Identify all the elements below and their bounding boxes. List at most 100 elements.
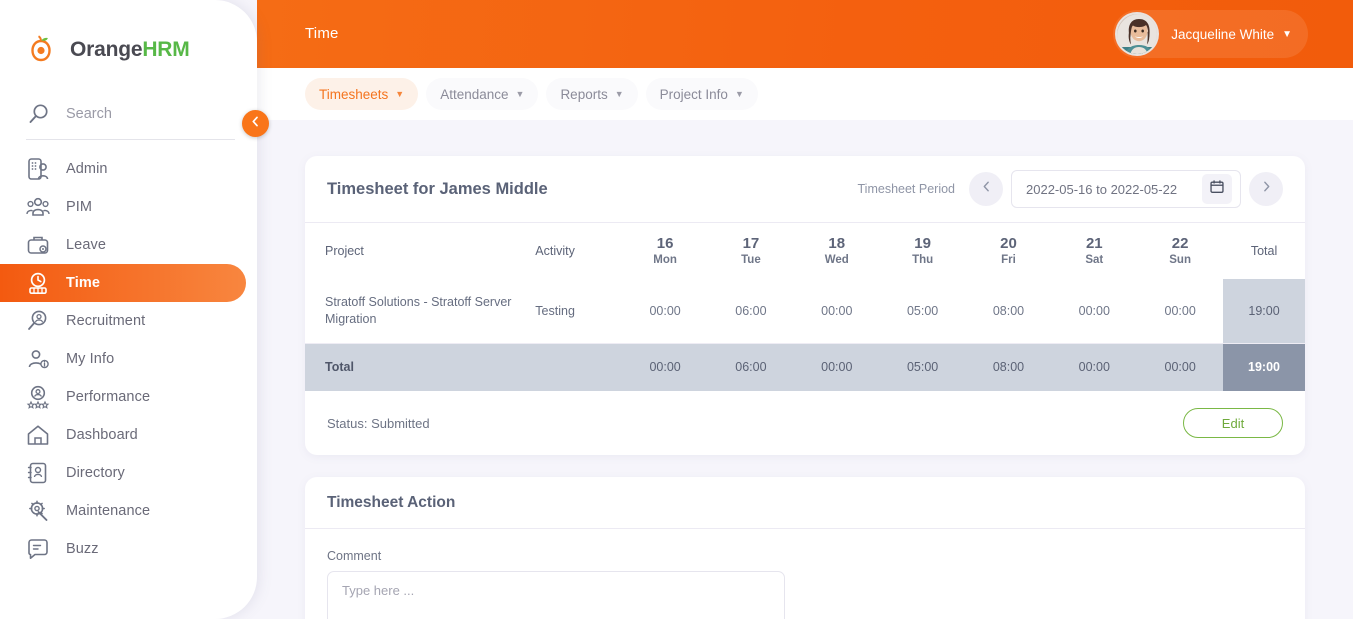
buzz-chat-icon: [24, 535, 52, 563]
cell-activity: Testing: [535, 303, 575, 318]
sidebar-nav: Admin PIM Leave Time Recruitment My Info…: [0, 150, 257, 568]
sidebar-item-label: Admin: [66, 161, 108, 177]
sidebar-item-buzz[interactable]: Buzz: [0, 530, 257, 568]
column-header-activity: Activity: [535, 244, 575, 258]
brand-name: OrangeHRM: [70, 38, 190, 62]
cell-hours: 00:00: [1078, 303, 1110, 318]
admin-icon: [24, 155, 52, 183]
home-icon: [24, 421, 52, 449]
column-header-day: 19 Thu: [880, 223, 966, 279]
next-period-button[interactable]: [1249, 172, 1283, 206]
grand-total: 19:00: [1223, 343, 1305, 391]
sidebar-item-dashboard[interactable]: Dashboard: [0, 416, 257, 454]
leave-briefcase-icon: [24, 231, 52, 259]
sidebar-item-my-info[interactable]: My Info: [0, 340, 257, 378]
total-hours: 06:00: [735, 360, 767, 375]
timesheet-period-input[interactable]: 2022-05-16 to 2022-05-22: [1011, 170, 1241, 208]
total-hours: 08:00: [992, 360, 1025, 375]
sidebar-item-performance[interactable]: Performance: [0, 378, 257, 416]
maintenance-gear-icon: [24, 497, 52, 525]
cell-row-total: 19:00: [1223, 279, 1305, 343]
cell-hours: 00:00: [821, 303, 853, 318]
sidebar-item-label: Time: [66, 275, 100, 291]
timesheet-period-label: Timesheet Period: [857, 182, 956, 196]
column-header-day: 22 Sun: [1137, 223, 1223, 279]
search-icon: [26, 101, 52, 127]
chevron-left-icon: [980, 180, 993, 198]
calendar-icon: [1209, 179, 1225, 200]
sidebar-item-maintenance[interactable]: Maintenance: [0, 492, 257, 530]
timesheet-table: Project Activity 16 Mon 17 Tue 18 Wed 19…: [305, 223, 1305, 391]
user-name-label: Jacqueline White: [1171, 26, 1275, 42]
brand-name-part2: HRM: [142, 38, 190, 61]
search-placeholder: Search: [66, 105, 112, 122]
previous-period-button[interactable]: [969, 172, 1003, 206]
tab-label: Project Info: [659, 86, 728, 102]
sidebar-item-label: Recruitment: [66, 313, 146, 329]
user-menu[interactable]: Jacqueline White ▼: [1113, 10, 1308, 58]
tab-reports[interactable]: Reports ▼: [546, 78, 638, 110]
day-number: 20: [1000, 234, 1017, 252]
sidebar-item-label: PIM: [66, 199, 93, 215]
clock-time-icon: [24, 269, 52, 297]
top-header-bar: Time Jacqueline White ▼: [257, 0, 1353, 68]
tab-timesheets[interactable]: Timesheets ▼: [305, 78, 419, 110]
tab-label: Attendance: [440, 86, 509, 102]
sidebar-item-directory[interactable]: Directory: [0, 454, 257, 492]
table-header-row: Project Activity 16 Mon 17 Tue 18 Wed 19…: [305, 223, 1305, 279]
column-header-day: 17 Tue: [708, 223, 794, 279]
recruitment-magnifier-icon: [24, 307, 52, 335]
status-badge: Status: Submitted: [327, 415, 430, 431]
sidebar-item-admin[interactable]: Admin: [0, 150, 257, 188]
chevron-down-icon: ▼: [515, 89, 525, 99]
total-row-label: Total: [325, 360, 354, 375]
sidebar-item-recruitment[interactable]: Recruitment: [0, 302, 257, 340]
sidebar-item-leave[interactable]: Leave: [0, 226, 257, 264]
day-of-week: Wed: [824, 253, 849, 266]
day-number: 18: [828, 234, 846, 252]
comment-label: Comment: [327, 549, 382, 563]
sidebar-item-label: Performance: [66, 389, 151, 405]
cell-hours: 00:00: [1164, 303, 1196, 318]
timesheet-action-body: Comment: [305, 529, 1305, 619]
edit-button[interactable]: Edit: [1183, 408, 1283, 438]
sidebar-item-label: Directory: [66, 465, 125, 481]
user-info-icon: [24, 345, 52, 373]
brand-name-part1: Orange: [70, 38, 143, 61]
day-number: 22: [1171, 234, 1189, 252]
brand-logo-area[interactable]: OrangeHRM: [0, 0, 257, 72]
comment-input[interactable]: [327, 571, 785, 619]
chevron-down-icon: ▼: [395, 89, 405, 99]
day-number: 16: [656, 234, 674, 252]
sidebar-item-pim[interactable]: PIM: [0, 188, 257, 226]
cell-hours: 00:00: [649, 303, 681, 318]
cell-hours: 06:00: [735, 303, 767, 318]
total-hours: 00:00: [1164, 360, 1196, 375]
sidebar-item-time[interactable]: Time: [0, 264, 246, 302]
chevron-down-icon: ▼: [734, 89, 744, 99]
sidebar-collapse-button[interactable]: [242, 110, 269, 137]
performance-star-icon: [24, 383, 52, 411]
directory-book-icon: [24, 459, 52, 487]
total-row-spacer: [535, 343, 622, 391]
search-input[interactable]: Search: [26, 96, 235, 140]
app-root: OrangeHRM Search Admin PIM Leave Time Re…: [0, 0, 1353, 619]
column-header-day: 20 Fri: [966, 223, 1052, 279]
table-total-row: Total 00:00 06:00 00:00 05:00 08:00 00:0…: [305, 343, 1305, 391]
day-of-week: Mon: [653, 253, 677, 266]
day-number: 21: [1085, 234, 1103, 252]
user-avatar-photo: [1115, 12, 1160, 56]
table-body: Stratoff Solutions - Stratoff Server Mig…: [305, 279, 1305, 391]
chevron-left-icon: [249, 115, 262, 133]
calendar-picker-button[interactable]: [1202, 174, 1232, 204]
sidebar-item-label: Maintenance: [66, 503, 151, 519]
sidebar: OrangeHRM Search Admin PIM Leave Time Re…: [0, 0, 257, 619]
tab-attendance[interactable]: Attendance ▼: [426, 78, 539, 110]
total-hours: 00:00: [649, 360, 681, 375]
total-hours: 00:00: [1078, 360, 1110, 375]
day-of-week: Thu: [912, 253, 934, 266]
cell-hours: 05:00: [906, 303, 939, 318]
sidebar-item-label: Buzz: [66, 541, 99, 557]
tab-project-info[interactable]: Project Info ▼: [645, 78, 758, 110]
total-hours: 00:00: [821, 360, 853, 375]
